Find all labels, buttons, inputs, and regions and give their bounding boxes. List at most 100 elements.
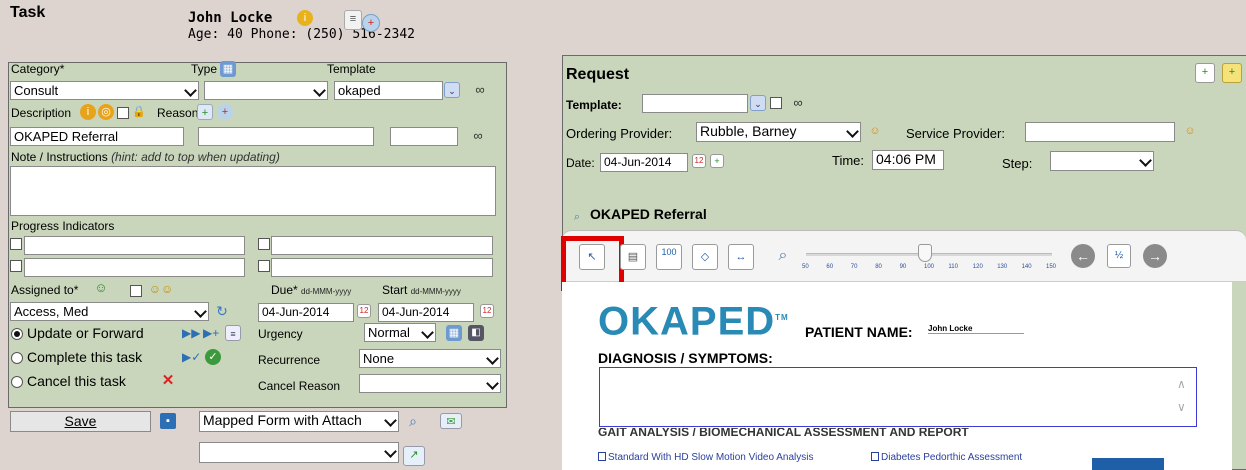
category-select[interactable]: Consult [10, 81, 199, 100]
actual-size-button[interactable]: 100 [656, 244, 682, 270]
gait-analysis-heading: GAIT ANALYSIS / BIOMECHANICAL ASSESSMENT… [598, 428, 969, 439]
update-forward-radio[interactable] [11, 328, 23, 340]
complete-forward-icon[interactable]: ▶✓ [182, 349, 201, 365]
zoom-tick-130: 130 [997, 264, 1008, 270]
page-number-button[interactable]: ½ [1107, 244, 1131, 268]
form-select-2[interactable] [199, 442, 399, 463]
diagnosis-label: DIAGNOSIS / SYMPTOMS: [598, 350, 773, 366]
urgency-select[interactable]: Normal [364, 323, 436, 342]
cancel-task-radio[interactable] [11, 376, 23, 388]
request-calendar-icon[interactable]: 12 [692, 154, 706, 168]
fit-width-button[interactable]: ↔ [728, 244, 754, 270]
progress-checkbox-4[interactable] [258, 260, 270, 272]
request-time-input[interactable]: 04:06 PM [872, 150, 944, 170]
progress-label: Progress Indicators [11, 219, 115, 233]
page-view-button[interactable]: ▤ [620, 244, 646, 270]
service-provider-input[interactable] [1025, 122, 1175, 142]
urgency-type-icon[interactable]: ▦ [446, 325, 462, 341]
template-dropdown-icon[interactable]: ⌄ [444, 82, 460, 98]
request-date-input[interactable]: 04-Jun-2014 [600, 153, 688, 172]
option-diabetes-pedorthic[interactable]: Diabetes Pedorthic Assessment [871, 452, 1022, 463]
zoom-tick-80: 80 [875, 264, 882, 270]
progress-checkbox-2[interactable] [258, 238, 270, 250]
progress-checkbox-3[interactable] [10, 260, 22, 272]
binoculars-icon[interactable]: ∞ [468, 82, 492, 98]
update-forward-label: Update or Forward [27, 325, 144, 341]
notes-add-icon[interactable]: + [1222, 63, 1242, 83]
due-date-input[interactable]: 04-Jun-2014 [258, 303, 354, 322]
assigned-select[interactable]: Access, Med [10, 302, 209, 321]
note-hint: (hint: add to top when updating) [111, 150, 280, 164]
medical-record-icon[interactable]: + [362, 14, 380, 32]
progress-checkbox-1[interactable] [10, 238, 22, 250]
email-add-icon[interactable]: ✉ [440, 413, 462, 429]
progress-input-4[interactable] [271, 258, 493, 277]
reason-medical-icon[interactable]: + [217, 104, 233, 120]
description-input[interactable]: OKAPED Referral [10, 127, 184, 146]
cancel-reason-select[interactable] [359, 374, 501, 393]
complete-task-radio[interactable] [11, 352, 23, 364]
diagnosis-textarea[interactable] [599, 367, 1197, 427]
next-page-icon[interactable]: → [1143, 244, 1167, 268]
save-disk-icon[interactable]: ▪ [160, 413, 176, 429]
zoom-slider-thumb[interactable] [918, 244, 932, 262]
forward-add-icon[interactable]: ▶+ [203, 325, 219, 341]
assign-group-checkbox[interactable] [130, 285, 142, 297]
fit-page-button[interactable]: ◇ [692, 244, 718, 270]
chart-icon[interactable]: ↗ [403, 446, 425, 466]
service-provider-user-icon[interactable]: ☺ [1182, 123, 1198, 139]
service-provider-label: Service Provider: [906, 126, 1005, 141]
progress-input-3[interactable] [24, 258, 245, 277]
description-globe-icon[interactable]: ◎ [98, 104, 114, 120]
description-info-icon[interactable]: i [80, 104, 96, 120]
complete-check-icon[interactable]: ✓ [205, 349, 221, 365]
reason-input[interactable] [198, 127, 374, 146]
scroll-up-icon[interactable]: ∧ [1177, 377, 1186, 391]
template-input[interactable]: okaped [334, 81, 443, 100]
recurrence-select[interactable]: None [359, 349, 501, 368]
document-icon[interactable]: ≡ [225, 325, 241, 341]
refresh-icon[interactable]: ↻ [214, 303, 230, 319]
assign-user-icon[interactable]: ☺ [93, 280, 109, 296]
notepad-icon[interactable]: ≡ [344, 10, 362, 30]
start-date-input[interactable]: 04-Jun-2014 [378, 303, 474, 322]
request-binoculars-icon[interactable]: ∞ [786, 95, 810, 111]
zoom-tick-60: 60 [826, 264, 834, 270]
group-users-icon[interactable]: ☺☺ [146, 281, 176, 297]
previous-page-icon[interactable]: ← [1071, 244, 1095, 268]
zoom-tick-120: 120 [972, 264, 983, 270]
patient-info-icon[interactable]: i [297, 10, 313, 26]
ordering-provider-select[interactable]: Rubble, Barney [696, 122, 861, 142]
request-template-checkbox[interactable] [770, 97, 782, 109]
mapped-form-select[interactable]: Mapped Form with Attach [199, 411, 399, 432]
progress-input-1[interactable] [24, 236, 245, 255]
type-select[interactable] [204, 81, 328, 100]
preview-icon[interactable]: ⌕ [403, 413, 423, 429]
patient-name-value: John Locke [928, 324, 1024, 334]
request-template-input[interactable] [642, 94, 748, 113]
forward-icon[interactable]: ▶▶ [182, 325, 200, 341]
due-calendar-icon[interactable]: 12 [357, 304, 371, 318]
zoom-tick-150: 150 [1046, 264, 1057, 270]
reason-binoculars-icon[interactable]: ∞ [466, 128, 490, 144]
note-textarea[interactable] [10, 166, 496, 216]
description-checkbox[interactable] [117, 107, 129, 119]
new-document-icon[interactable]: + [1195, 63, 1215, 83]
type-icon[interactable]: ▦ [220, 61, 236, 77]
request-date-label: Date: [566, 156, 595, 170]
reason-code-input[interactable] [390, 127, 458, 146]
option-standard-hd[interactable]: Standard With HD Slow Motion Video Analy… [598, 452, 813, 463]
start-calendar-icon[interactable]: 12 [480, 304, 494, 318]
box-icon[interactable]: ◧ [468, 325, 484, 341]
save-button[interactable]: Save [10, 411, 151, 432]
step-select[interactable] [1050, 151, 1154, 171]
reason-add-icon[interactable]: + [197, 104, 213, 120]
pointer-tool-button[interactable]: ↖ [579, 244, 605, 270]
request-template-dropdown-icon[interactable]: ⌄ [750, 95, 766, 111]
request-calendar-add-icon[interactable]: + [710, 154, 724, 168]
scroll-down-icon[interactable]: ∨ [1177, 400, 1186, 414]
progress-input-2[interactable] [271, 236, 493, 255]
zoom-icon[interactable]: ⌕ [770, 248, 796, 270]
cancel-x-icon[interactable]: ✕ [160, 373, 176, 389]
ordering-provider-user-icon[interactable]: ☺ [867, 123, 883, 139]
